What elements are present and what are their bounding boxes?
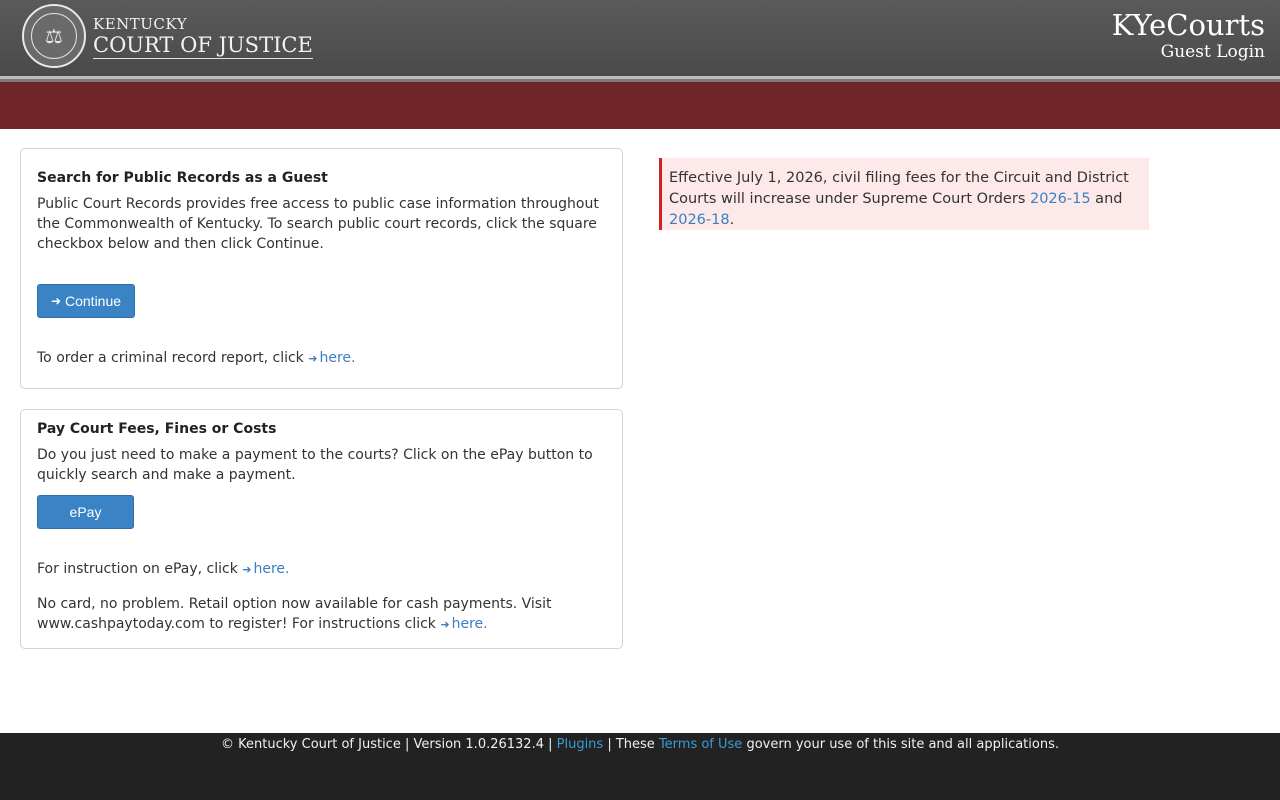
footer-mid-text: | These [603, 737, 659, 752]
epay-instruction-text: For instruction on ePay, click [37, 561, 238, 577]
criminal-record-link-label: here. [319, 350, 356, 366]
epay-instruction-line: For instruction on ePay, click ➜ here. [37, 559, 607, 580]
criminal-record-link[interactable]: ➜ here. [308, 350, 355, 366]
pay-panel-title: Pay Court Fees, Fines or Costs [37, 421, 277, 437]
criminal-record-text: To order a criminal record report, click [37, 350, 304, 366]
guest-search-panel: Search for Public Records as a Guest Pub… [20, 148, 623, 389]
app-title: KYeCourts [1111, 8, 1265, 42]
epay-button[interactable]: ePay [37, 495, 134, 529]
continue-button[interactable]: ➜ Continue [37, 284, 135, 318]
plugins-link[interactable]: Plugins [557, 737, 604, 752]
guest-panel-description: Public Court Records provides free acces… [37, 196, 599, 252]
epay-instruction-link[interactable]: ➜ here. [242, 561, 289, 577]
order-2026-18-link[interactable]: 2026-18 [669, 212, 730, 228]
sign-in-icon: ➜ [242, 563, 252, 576]
footer-copyright: © Kentucky Court of Justice | Version 1.… [221, 737, 557, 752]
notice-text-after: . [729, 212, 735, 228]
epay-button-label: ePay [69, 504, 102, 520]
order-2026-15-link[interactable]: 2026-15 [1030, 191, 1091, 207]
continue-button-label: Continue [65, 293, 122, 309]
court-brand-logo[interactable]: KENTUCKY COURT OF JUSTICE [93, 15, 313, 59]
fee-increase-notice: Effective July 1, 2026, civil filing fee… [659, 158, 1149, 230]
cash-instruction-link-label: here. [451, 616, 488, 632]
app-subtitle: Guest Login [1160, 42, 1265, 62]
app-title-block: KYeCourts Guest Login [1112, 8, 1265, 62]
scales-of-justice-icon: ⚖ [31, 13, 77, 59]
footer-end-text: govern your use of this site and all app… [742, 737, 1059, 752]
brand-line-kentucky: KENTUCKY [93, 15, 188, 33]
brand-line-court: COURT OF JUSTICE [93, 33, 313, 59]
nav-bar [0, 82, 1280, 129]
pay-fees-panel: Pay Court Fees, Fines or Costs Do you ju… [20, 409, 623, 649]
criminal-record-line: To order a criminal record report, click… [37, 348, 607, 369]
guest-panel-title: Search for Public Records as a Guest [37, 170, 328, 186]
notice-text-middle: and [1090, 191, 1123, 207]
court-seal-icon[interactable]: ⚖ [22, 4, 86, 68]
site-footer: © Kentucky Court of Justice | Version 1.… [0, 733, 1280, 800]
sign-in-icon: ➜ [440, 618, 450, 631]
site-header: ⚖ KENTUCKY COURT OF JUSTICE KYeCourts Gu… [0, 0, 1280, 76]
pay-panel-description: Do you just need to make a payment to th… [37, 447, 593, 483]
sign-in-icon: ➜ [308, 352, 318, 365]
sign-in-icon: ➜ [50, 294, 61, 308]
epay-instruction-link-label: here. [253, 561, 290, 577]
cash-payment-line: No card, no problem. Retail option now a… [37, 594, 607, 635]
terms-of-use-link[interactable]: Terms of Use [659, 737, 742, 752]
cash-instruction-link[interactable]: ➜ here. [440, 616, 487, 632]
